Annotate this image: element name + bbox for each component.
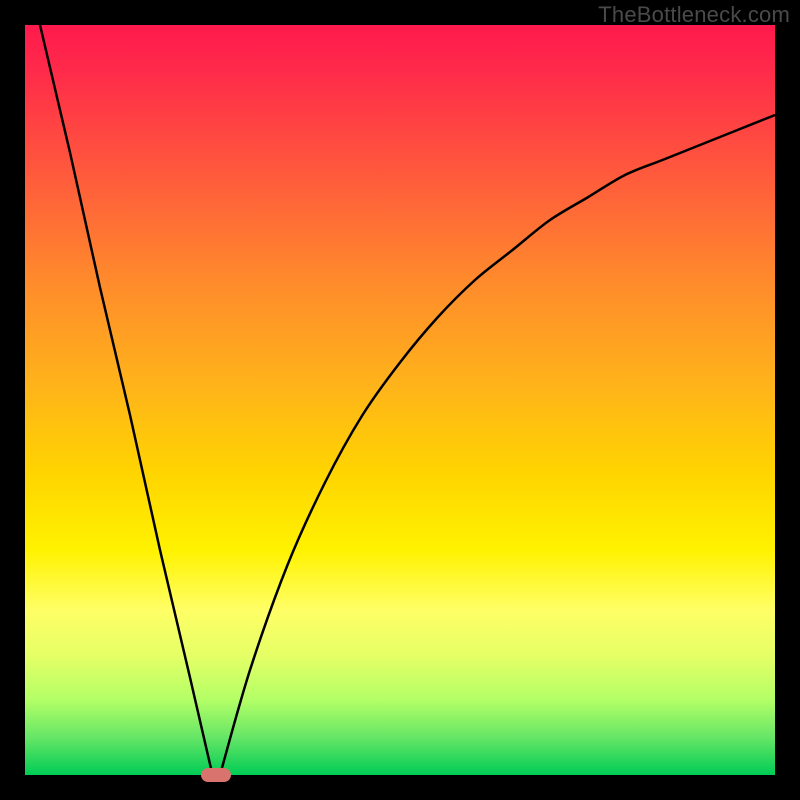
chart-curve-svg: [25, 25, 775, 775]
curve-left-branch: [40, 25, 213, 775]
bottleneck-marker: [201, 768, 231, 782]
chart-frame: [25, 25, 775, 775]
curve-right-branch: [220, 115, 775, 775]
